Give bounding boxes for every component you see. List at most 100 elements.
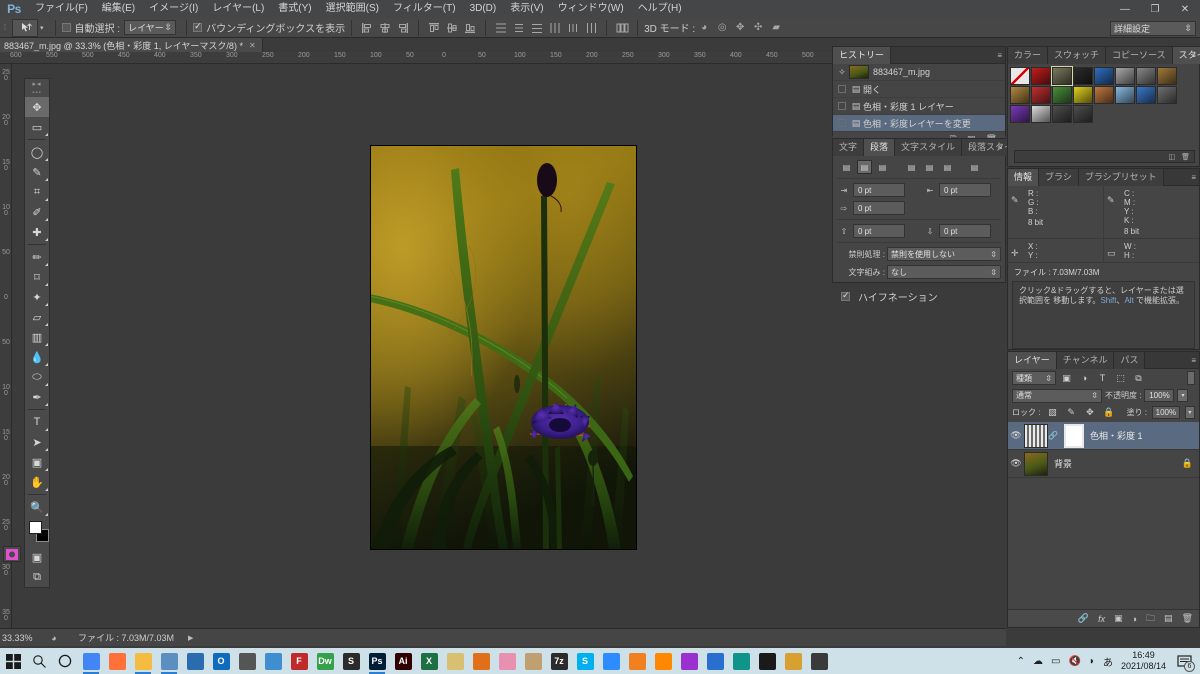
close-button[interactable]: ✕ [1170,0,1200,18]
menu-view[interactable]: 表示(V) [503,0,550,18]
new-layer-icon[interactable]: ▤ [1164,613,1173,624]
taskbar-app-illustrator[interactable]: Ai [390,648,416,674]
history-state-row-selected[interactable]: ▤ 色相・彩度レイヤーを変更 [833,115,1005,132]
status-expand-arrow-icon[interactable]: ▶ [188,634,193,642]
taskbar-app-paint[interactable] [520,648,546,674]
style-white-line[interactable] [1031,105,1051,123]
pen-tool[interactable]: ✒ [25,387,49,407]
history-brush-tool[interactable]: ✦ [25,287,49,307]
distribute-top-edges-icon[interactable] [493,20,509,36]
menu-type[interactable]: 書式(Y) [271,0,318,18]
edit-toolbar-icon[interactable]: ⧉ [25,567,49,587]
layer-visibility-icon[interactable]: 👁 [1008,458,1024,469]
indent-left-input[interactable]: 0 pt [853,183,905,197]
options-bar-grip[interactable]: ⁞ [0,18,10,38]
filter-smart-object-icon[interactable]: ⧉ [1131,371,1146,385]
style-empty-1[interactable] [1052,105,1072,123]
horizontal-type-tool[interactable]: T [25,412,49,432]
tab-brush-presets[interactable]: ブラシプリセット [1078,169,1164,186]
taskbar-app-file-explorer[interactable] [130,648,156,674]
taskbar-app-purple-bird-app[interactable] [676,648,702,674]
taskbar-app-excel[interactable]: X [416,648,442,674]
taskbar-app-firefox[interactable] [104,648,130,674]
tab-channels[interactable]: チャンネル [1056,352,1115,369]
eraser-tool[interactable]: ▱ [25,307,49,327]
menu-window[interactable]: ウィンドウ(W) [551,0,631,18]
path-selection-tool[interactable]: ➤ [25,432,49,452]
lock-image-pixels-icon[interactable]: ✎ [1064,405,1078,419]
style-sparkle[interactable] [1157,86,1177,104]
history-source-row[interactable]: ✧ 883467_m.jpg [833,64,1005,81]
style-blue-gel[interactable] [1094,67,1114,85]
none-style[interactable] [1010,67,1030,85]
layer-visibility-icon[interactable]: 👁 [1008,430,1024,441]
history-snapshot-checkbox[interactable] [838,85,846,93]
filter-adjustment-icon[interactable]: ◑ [1077,371,1092,385]
search-icon[interactable] [26,648,52,674]
panel-menu-icon[interactable]: ≡ [997,143,1002,152]
minimize-button[interactable]: — [1110,0,1140,18]
lasso-tool[interactable]: ◯ [25,142,49,162]
volume-muted-icon[interactable]: 🔇 [1068,656,1080,667]
tab-color[interactable]: カラー [1008,47,1049,64]
justify-last-left-icon[interactable]: ▤ [904,160,919,174]
taskbar-app-media-player[interactable] [624,648,650,674]
orbit-3d-icon[interactable]: ◕ [696,20,712,36]
cortana-icon[interactable] [52,648,78,674]
layer-row-background[interactable]: 👁 背景 🔒 [1008,450,1199,478]
taskbar-app-sublime-text[interactable]: S [338,648,364,674]
taskbar-app-photos-app[interactable] [182,648,208,674]
style-red-glow[interactable] [1031,67,1051,85]
align-right-edges-icon[interactable] [395,20,411,36]
taskbar-app-photoshop[interactable]: Ps [364,648,390,674]
layer-filter-type-dropdown[interactable]: 種類 ⇳ [1012,371,1056,385]
clone-stamp-tool[interactable]: ⌑ [25,267,49,287]
style-colorful[interactable] [1052,86,1072,104]
taskbar-app-scissors-app[interactable] [494,648,520,674]
panel-menu-icon[interactable]: ≡ [1191,173,1196,182]
screen-mode-icon[interactable]: ▣ [25,547,49,567]
rectangle-tool[interactable]: ▣ [25,452,49,472]
lock-all-icon[interactable]: 🔒 [1102,405,1116,419]
mojikumi-dropdown[interactable]: なし ⇳ [887,265,1001,279]
kinsoku-dropdown[interactable]: 禁則を使用しない ⇳ [887,247,1001,261]
workspace-switcher-dropdown[interactable]: 詳細設定 ⇳ [1110,21,1196,36]
taskbar-app-bear-app[interactable] [780,648,806,674]
menu-filter[interactable]: フィルター(T) [386,0,463,18]
zoom-level[interactable]: 33.33% [0,633,46,643]
menu-select[interactable]: 選択範囲(S) [319,0,386,18]
document-tab[interactable]: 883467_m.jpg @ 33.3% (色相・彩度 1, レイヤーマスク/8… [0,38,263,52]
quick-mask-toggle[interactable] [3,546,21,562]
foreground-color-swatch[interactable] [29,521,42,534]
style-sky-grad[interactable] [1115,86,1135,104]
slide-3d-icon[interactable]: ✣ [750,20,766,36]
fill-input[interactable]: 100% [1152,405,1180,419]
panel-menu-icon[interactable]: ≡ [997,51,1002,60]
rectangular-marquee-tool[interactable]: ▭ [25,117,49,137]
layer-thumbnail-adjustment[interactable] [1024,423,1048,448]
style-dark-texture[interactable] [1073,67,1093,85]
taskbar-app-vlc[interactable] [650,648,676,674]
style-purple[interactable] [1010,105,1030,123]
delete-layer-icon[interactable]: 🗑 [1182,613,1193,624]
gradient-tool[interactable]: ▥ [25,327,49,347]
toolbox-collapse-icon[interactable]: ▪▪▪ [25,89,49,97]
new-adjustment-layer-icon[interactable]: ◑ [1132,614,1137,624]
tab-clone-source[interactable]: コピーソース [1106,47,1173,64]
filter-type-icon[interactable]: T [1095,371,1110,385]
tool-preset-caret-icon[interactable]: ▾ [40,24,44,32]
menu-layer[interactable]: レイヤー(L) [205,0,271,18]
panel-menu-icon[interactable]: ≡ [1191,356,1196,365]
eyedropper-tool[interactable]: ✐ [25,202,49,222]
style-brown-1[interactable] [1157,67,1177,85]
move-tool[interactable]: ✥ [25,97,49,117]
menu-image[interactable]: イメージ(I) [142,0,205,18]
roll-3d-icon[interactable]: ◎ [714,20,730,36]
align-bottom-edges-icon[interactable] [462,20,478,36]
clock[interactable]: 16:49 2021/08/14 [1121,650,1166,672]
hyphenation-checkbox[interactable] [841,290,850,301]
style-yellow-box[interactable] [1073,86,1093,104]
blur-tool[interactable]: 💧 [25,347,49,367]
ime-indicator[interactable]: あ [1103,654,1113,669]
auto-select-scope-dropdown[interactable]: レイヤー ⇳ [124,20,177,35]
